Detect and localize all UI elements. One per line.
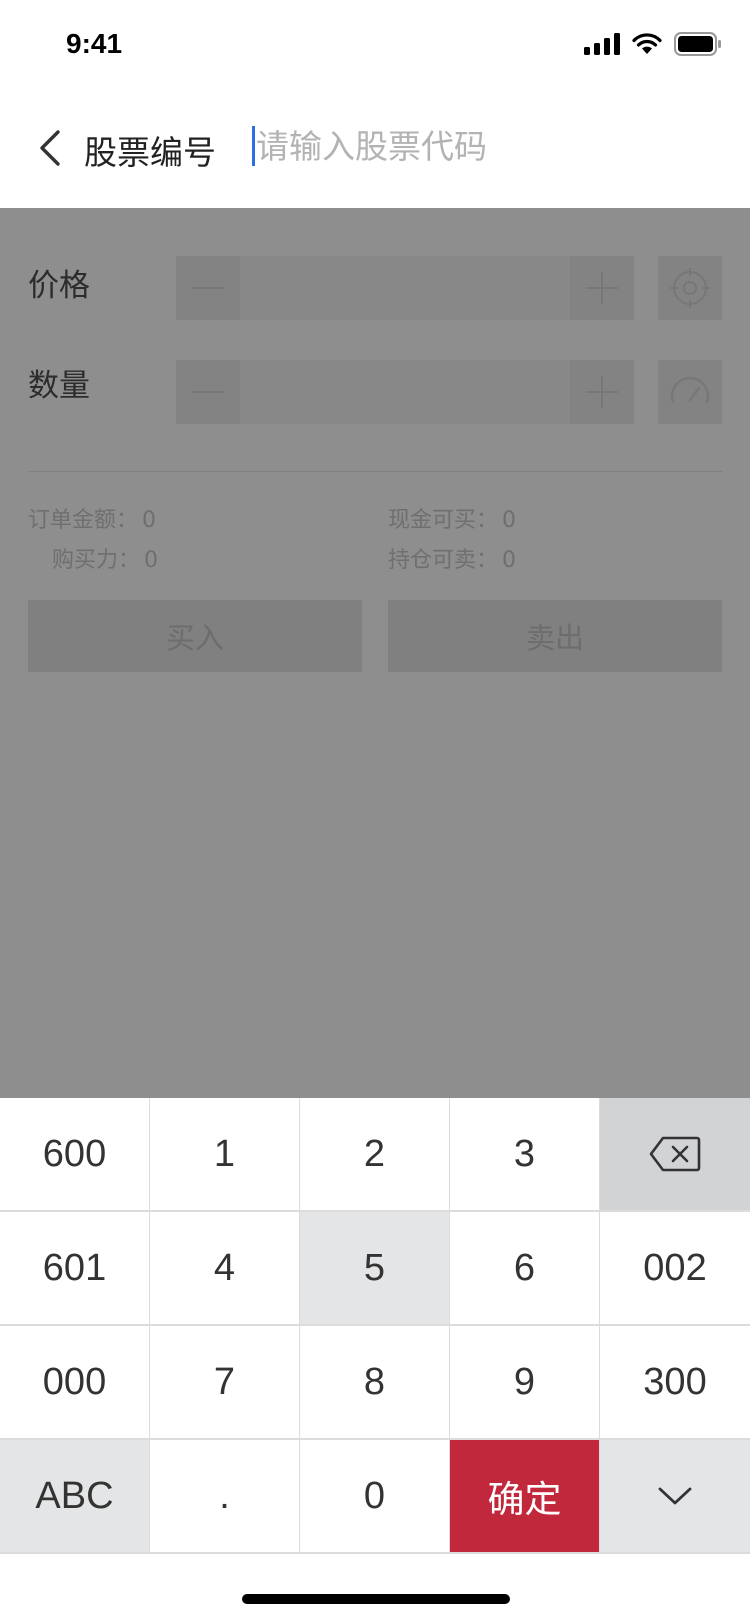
position-sellable-value: 0 <box>502 548 517 573</box>
target-icon <box>670 268 710 308</box>
buying-power-value: 0 <box>144 548 159 573</box>
key-4[interactable]: 4 <box>150 1212 299 1324</box>
status-time: 9:41 <box>66 28 123 59</box>
quantity-plus-button[interactable] <box>570 360 634 424</box>
key-601[interactable]: 601 <box>0 1212 149 1324</box>
home-area <box>0 1554 750 1624</box>
home-indicator[interactable] <box>242 1594 510 1604</box>
cash-buyable-value: 0 <box>502 508 517 533</box>
trade-form-overlay[interactable]: 价格 数量 订单金额： 0 现金可买： 0 购买力： 0 持仓可卖： 0 买入 … <box>0 208 750 1098</box>
key-6[interactable]: 6 <box>450 1212 599 1324</box>
gauge-icon <box>670 376 710 404</box>
price-label: 价格 <box>28 268 90 304</box>
stock-keyboard: 600 1 2 3 601 4 5 6 002 000 7 8 9 300 AB… <box>0 1098 750 1554</box>
minus-icon <box>192 287 224 289</box>
divider <box>28 471 722 472</box>
confirm-button[interactable]: 确定 <box>450 1440 599 1552</box>
key-dot[interactable]: . <box>150 1440 299 1552</box>
position-sellable-label: 持仓可卖： <box>388 548 499 573</box>
sell-button[interactable]: 卖出 <box>388 600 722 672</box>
key-1[interactable]: 1 <box>150 1098 299 1210</box>
key-002[interactable]: 002 <box>600 1212 750 1324</box>
signal-icon <box>584 33 620 55</box>
key-0[interactable]: 0 <box>300 1440 449 1552</box>
key-000[interactable]: 000 <box>0 1326 149 1438</box>
status-icons <box>584 32 722 56</box>
position-sellable: 持仓可卖： 0 <box>388 542 516 574</box>
chevron-down-icon <box>658 1487 692 1505</box>
battery-icon <box>674 32 721 56</box>
plus-icon <box>586 376 618 408</box>
key-7[interactable]: 7 <box>150 1326 299 1438</box>
status-bar: 9:41 <box>0 0 750 90</box>
quantity-label: 数量 <box>28 368 90 404</box>
price-stepper[interactable] <box>176 256 634 320</box>
max-quantity-button[interactable] <box>658 360 722 424</box>
key-3[interactable]: 3 <box>450 1098 599 1210</box>
key-300[interactable]: 300 <box>600 1326 750 1438</box>
text-cursor <box>252 126 255 166</box>
key-600[interactable]: 600 <box>0 1098 149 1210</box>
key-abc[interactable]: ABC <box>0 1440 149 1552</box>
order-amount-value: 0 <box>142 508 157 533</box>
back-icon[interactable] <box>36 128 64 168</box>
plus-icon <box>586 272 618 304</box>
quantity-minus-button[interactable] <box>176 360 240 424</box>
key-5[interactable]: 5 <box>300 1212 449 1324</box>
hide-keyboard-button[interactable] <box>600 1440 750 1552</box>
buying-power: 购买力： 0 <box>52 542 158 574</box>
cash-buyable: 现金可买： 0 <box>388 502 516 534</box>
minus-icon <box>192 391 224 393</box>
stock-code-label: 股票编号 <box>84 133 216 172</box>
price-minus-button[interactable] <box>176 256 240 320</box>
stock-code-input[interactable] <box>256 120 716 172</box>
header: 股票编号 <box>0 90 750 208</box>
quantity-stepper[interactable] <box>176 360 634 424</box>
cash-buyable-label: 现金可买： <box>388 508 499 533</box>
key-2[interactable]: 2 <box>300 1098 449 1210</box>
buying-power-label: 购买力： <box>52 548 141 573</box>
key-8[interactable]: 8 <box>300 1326 449 1438</box>
price-plus-button[interactable] <box>570 256 634 320</box>
backspace-key[interactable] <box>600 1098 750 1210</box>
backspace-icon <box>649 1136 701 1172</box>
locate-price-button[interactable] <box>658 256 722 320</box>
order-amount: 订单金额： 0 <box>28 502 156 534</box>
order-amount-label: 订单金额： <box>28 508 139 533</box>
buy-button[interactable]: 买入 <box>28 600 362 672</box>
key-9[interactable]: 9 <box>450 1326 599 1438</box>
wifi-icon <box>632 33 662 54</box>
